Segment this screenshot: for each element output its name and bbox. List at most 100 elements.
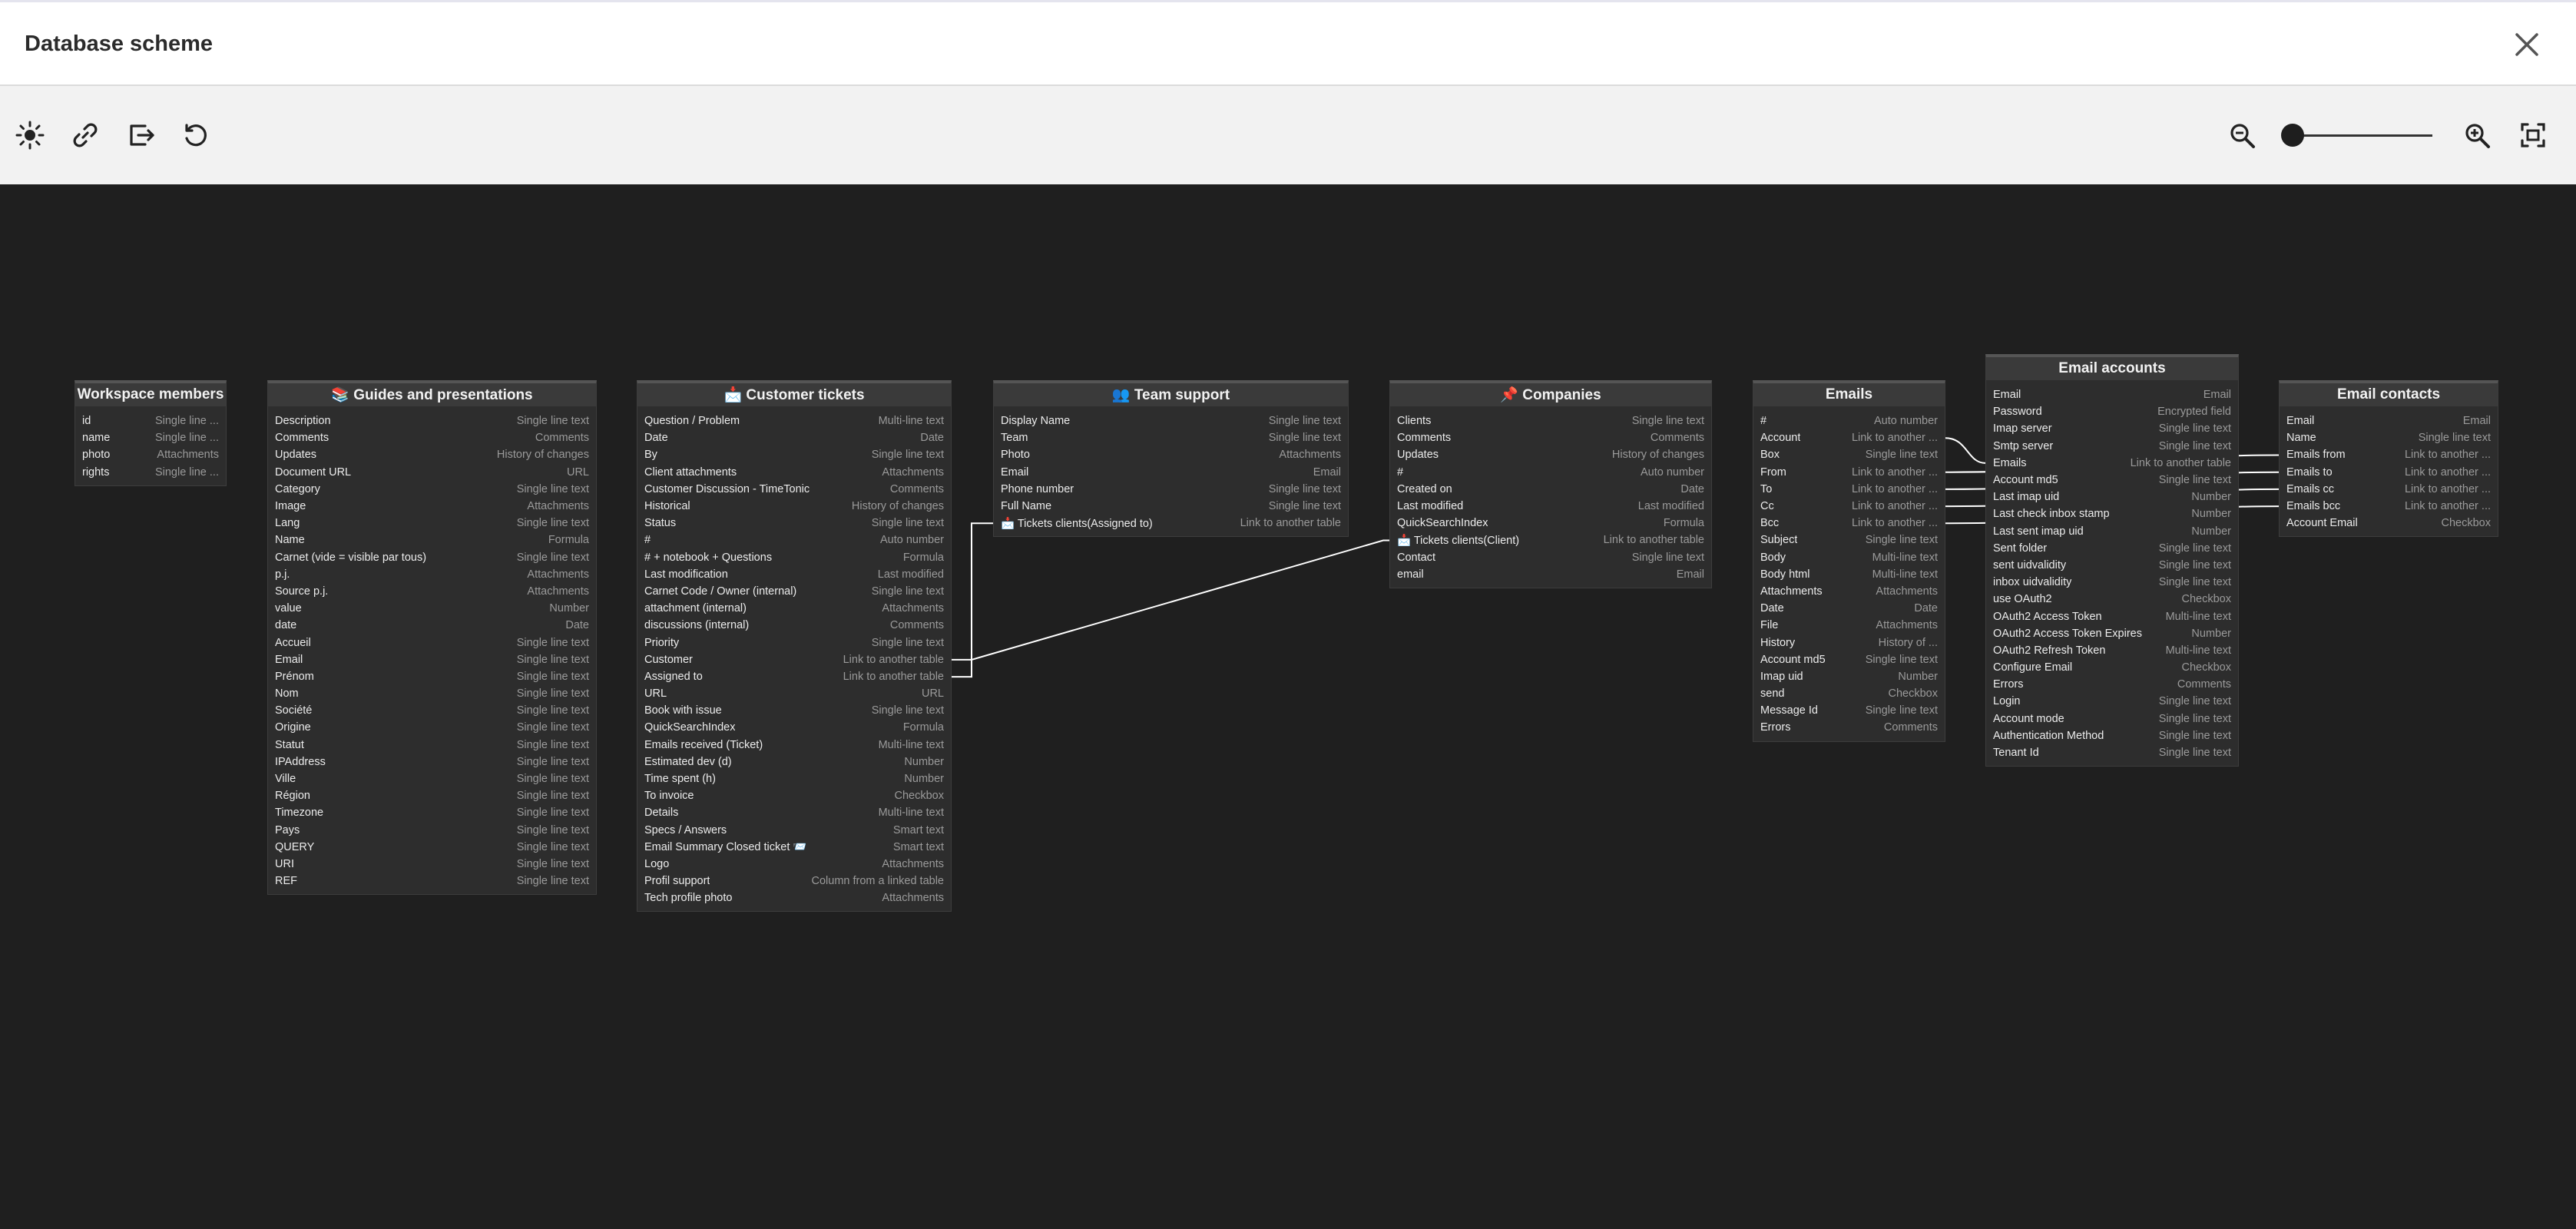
field-type: Checkbox — [2181, 593, 2231, 606]
field-row: photo Attachments — [75, 446, 226, 463]
field-row: sent uidvalidity Single line text — [1986, 557, 2238, 574]
field-name: # — [1397, 465, 1404, 479]
field-type: Attachments — [527, 568, 589, 581]
field-row: # Auto number — [1753, 412, 1945, 429]
zoom-slider-track[interactable] — [2293, 134, 2432, 137]
table-team-support[interactable]: 👥 Team support Display Name Single line te… — [993, 380, 1349, 538]
field-name: Statut — [275, 738, 304, 751]
field-row: Source p.j. Attachments — [268, 583, 596, 600]
field-type: Single line ... — [154, 432, 219, 445]
field-row: 📩 Tickets clients(Client) Link to another… — [1390, 532, 1711, 548]
table-title[interactable]: Emails — [1753, 383, 1945, 406]
field-name: QuickSearchIndex — [644, 721, 736, 734]
field-name: OAuth2 Refresh Token — [1993, 644, 2106, 657]
field-row: send Checkbox — [1753, 685, 1945, 702]
field-type: Comments — [889, 619, 944, 632]
field-row: Comments Comments — [268, 429, 596, 446]
field-name: Authentication Method — [1993, 729, 2104, 742]
field-row: Last check inbox stamp Number — [1986, 505, 2238, 522]
field-name: Accueil — [275, 636, 311, 649]
table-title[interactable]: Email accounts — [1986, 357, 2238, 380]
field-name: Profil support — [644, 875, 710, 888]
fit-screen-icon[interactable] — [2515, 117, 2551, 154]
field-name: Estimated dev (d) — [644, 755, 732, 768]
table-title[interactable]: Workspace members — [75, 383, 226, 406]
field-type: Column from a linked table — [811, 875, 944, 888]
field-row: Logo Attachments — [637, 856, 951, 873]
field-type: Attachments — [527, 585, 589, 598]
field-name: Contact — [1397, 551, 1435, 564]
field-type: Single line text — [2158, 747, 2231, 760]
field-type: Link to another table — [843, 653, 944, 666]
field-type: Single line text — [516, 415, 589, 428]
zoom-slider-handle[interactable] — [2281, 124, 2304, 147]
field-row: Emails cc Link to another ... — [2280, 481, 2498, 498]
table-title[interactable]: 👥 Team support — [994, 383, 1348, 406]
field-name: Last modification — [644, 568, 728, 581]
field-name: Customer Discussion - TimeTonic — [644, 482, 810, 495]
field-row: OAuth2 Refresh Token Multi-line text — [1986, 642, 2238, 659]
field-row: Display Name Single line text — [994, 412, 1348, 429]
field-name: Last imap uid — [1993, 491, 2060, 504]
field-row: discussions (internal) Comments — [637, 617, 951, 634]
table-email-contacts[interactable]: Email contacts Email Email Name Single line … — [2279, 380, 2498, 538]
refresh-icon[interactable] — [177, 117, 214, 154]
zoom-out-icon[interactable] — [2223, 117, 2260, 154]
field-name: Configure Email — [1993, 661, 2073, 674]
field-row: Prénom Single line text — [268, 668, 596, 685]
table-workspace-members[interactable]: Workspace members id Single line ... name Si… — [74, 380, 227, 486]
field-row: Date Date — [637, 429, 951, 446]
field-name: Carnet (vide = visible par tous) — [275, 551, 427, 564]
table-title[interactable]: 📩 Customer tickets — [637, 383, 951, 406]
field-name: Updates — [1397, 449, 1439, 462]
field-type: Single line text — [2158, 439, 2231, 452]
field-type: Attachments — [1876, 619, 1938, 632]
field-type: Single line text — [2158, 712, 2231, 725]
field-name: rights — [82, 465, 110, 479]
table-title[interactable]: Email contacts — [2280, 383, 2498, 406]
table-title[interactable]: 📚 Guides and presentations — [268, 383, 596, 406]
field-type: Single line text — [516, 551, 589, 564]
table-email-accounts[interactable]: Email accounts Email Email Password Encrypte… — [1985, 354, 2239, 767]
field-name: Account md5 — [1993, 474, 2058, 487]
field-row: Client attachments Attachments — [637, 464, 951, 481]
field-name: Email Summary Closed ticket 📨 — [644, 841, 807, 854]
field-name: Email — [1001, 465, 1029, 479]
table-guides[interactable]: 📚 Guides and presentations Description Sin… — [267, 380, 597, 896]
field-name: Attachments — [1760, 585, 1823, 598]
field-name: Clients — [1397, 415, 1432, 428]
field-row: Category Single line text — [268, 481, 596, 498]
field-type: Single line text — [2158, 576, 2231, 589]
field-row: Book with issue Single line text — [637, 702, 951, 719]
field-type: Single line text — [871, 704, 944, 717]
field-row: Account md5 Single line text — [1753, 651, 1945, 668]
field-type: Number — [904, 755, 944, 768]
field-row: QUERY Single line text — [268, 839, 596, 856]
link-icon[interactable] — [67, 117, 104, 154]
field-type: Attachments — [882, 857, 944, 870]
field-row: Pays Single line text — [268, 822, 596, 839]
field-row: Profil support Column from a linked table — [637, 873, 951, 889]
field-row: Carnet Code / Owner (internal) Single lin… — [637, 583, 951, 600]
field-name: Time spent (h) — [644, 773, 716, 786]
field-row: Contact Single line text — [1390, 549, 1711, 566]
zoom-in-icon[interactable] — [2458, 117, 2495, 154]
field-row: Attachments Attachments — [1753, 583, 1945, 600]
field-type: Date — [1914, 602, 1938, 615]
field-type: Single line ... — [154, 465, 219, 479]
field-row: QuickSearchIndex Formula — [1390, 515, 1711, 532]
table-customer-tickets[interactable]: 📩 Customer tickets Question / Problem Mult… — [637, 380, 952, 913]
field-row: Société Single line text — [268, 702, 596, 719]
table-title[interactable]: 📌 Companies — [1390, 383, 1711, 406]
field-type: Single line text — [516, 517, 589, 530]
export-icon[interactable] — [122, 117, 159, 154]
field-type: Email — [2462, 415, 2491, 428]
field-name: To — [1760, 482, 1773, 495]
table-emails[interactable]: Emails # Auto number Account Link to another… — [1753, 380, 1945, 742]
field-type: Formula — [1663, 517, 1704, 530]
sun-icon[interactable] — [12, 117, 48, 154]
table-companies[interactable]: 📌 Companies Clients Single line text Commen… — [1389, 380, 1712, 588]
field-name: By — [644, 449, 657, 462]
close-icon[interactable] — [2508, 25, 2546, 64]
schema-canvas[interactable]: Workspace members id Single line ... name Si… — [0, 184, 2576, 1229]
